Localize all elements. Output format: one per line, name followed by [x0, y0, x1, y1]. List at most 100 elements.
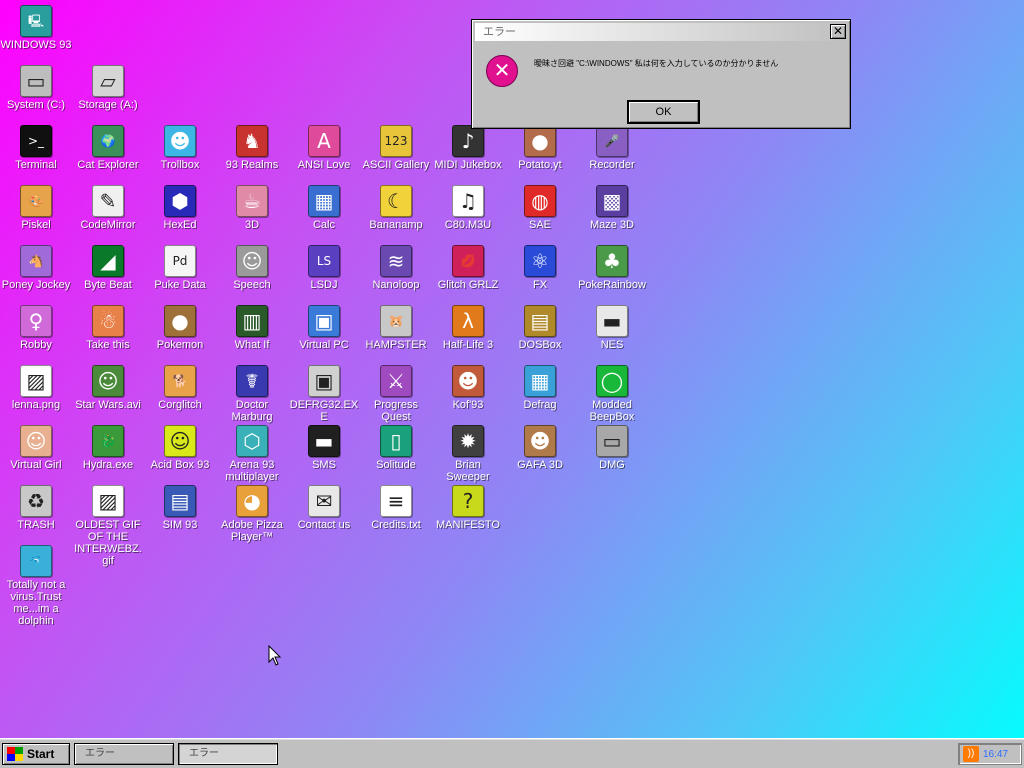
desktop-icon[interactable]: ▭ System (C:) — [0, 65, 72, 111]
desktop-icon[interactable]: ▯ Solitude — [360, 425, 432, 471]
desktop-icon[interactable]: ▱ Storage (A:) — [72, 65, 144, 111]
desktop-icon-label: Solitude — [376, 459, 416, 471]
desktop-icon-label: Progress Quest — [373, 399, 419, 423]
desktop-icon-label: Take this — [86, 339, 130, 351]
desktop-icon[interactable]: ▨ OLDEST GIF OF THE INTERWEBZ.gif — [72, 485, 144, 567]
banana-icon: ☾ — [380, 185, 412, 217]
desktop-icon[interactable]: 🐹 HAMPSTER — [360, 305, 432, 351]
desktop-icon[interactable]: ? MANIFESTO — [432, 485, 504, 531]
desktop-icon[interactable]: ⚛ FX — [504, 245, 576, 291]
codemirror-icon: ✎ — [92, 185, 124, 217]
atom-icon: ⚛ — [524, 245, 556, 277]
desktop-icon[interactable]: ≡ Credits.txt — [360, 485, 432, 531]
desktop-icon[interactable]: ☕ 3D — [216, 185, 288, 231]
desktop-icon[interactable]: Pd Puke Data — [144, 245, 216, 291]
desktop-icon[interactable]: ▨ lenna.png — [0, 365, 72, 411]
error-dialog: エラー ✕ ✕ 曖昧さ回避 "C:\WINDOWS" 私は何を入力しているのか分… — [471, 19, 851, 129]
desktop-icon-label: Puke Data — [154, 279, 206, 291]
desktop-icon[interactable]: ▬ SMS — [288, 425, 360, 471]
desktop-icon[interactable]: ⚔ Progress Quest — [360, 365, 432, 423]
desktop-icon-label: Half-Life 3 — [442, 339, 494, 351]
desktop-icon[interactable]: ▣ DEFRG32.EXE — [288, 365, 360, 423]
desktop-icon[interactable]: ☻ Kof'93 — [432, 365, 504, 411]
desktop-icon[interactable]: LS LSDJ — [288, 245, 360, 291]
desktop-icon[interactable]: ▭ DMG — [576, 425, 648, 471]
desktop-icon[interactable]: ◕ Adobe Pizza Player™ — [216, 485, 288, 543]
palette-icon: 🎨 — [20, 185, 52, 217]
desktop-icon[interactable]: 123 ASCII Gallery — [360, 125, 432, 171]
desktop-icon[interactable]: ≋ Nanoloop — [360, 245, 432, 291]
desktop-icon[interactable]: ✉ Contact us — [288, 485, 360, 531]
defrag-icon: ▦ — [524, 365, 556, 397]
desktop-icon[interactable]: ☺ Virtual Girl — [0, 425, 72, 471]
desktop-icon[interactable]: ♫ C80.M3U — [432, 185, 504, 231]
desktop-icon[interactable]: ☺ Acid Box 93 — [144, 425, 216, 471]
floppy-drive-icon: ▱ — [92, 65, 124, 97]
desktop-icon[interactable]: 🐴 Poney Jockey — [0, 245, 72, 291]
rss-icon[interactable]: )) — [963, 746, 979, 762]
desktop-icon[interactable]: ☾ Bananamp — [360, 185, 432, 231]
desktop-icon[interactable]: 🖳 WINDOWS 93 — [0, 5, 72, 51]
fighter-icon: ☻ — [452, 365, 484, 397]
desktop-icon[interactable]: ▦ Defrag — [504, 365, 576, 411]
ok-button[interactable]: OK — [628, 101, 699, 123]
desktop-icon-label: C80.M3U — [444, 219, 492, 231]
desktop-icon[interactable]: ✎ CodeMirror — [72, 185, 144, 231]
dialog-titlebar[interactable]: エラー ✕ — [475, 23, 847, 41]
desktop-icon[interactable]: >_ Terminal — [0, 125, 72, 171]
arena-cube-icon: ⬡ — [236, 425, 268, 457]
desktop-icon[interactable]: ♣ PokeRainbow — [576, 245, 648, 291]
desktop-icon[interactable]: ☺ Star Wars.avi — [72, 365, 144, 411]
desktop-icon[interactable]: λ Half-Life 3 — [432, 305, 504, 351]
trollbox-icon: ☻ — [164, 125, 196, 157]
desktop-icon[interactable]: ⬢ HexEd — [144, 185, 216, 231]
teapot-icon: ☕ — [236, 185, 268, 217]
desktop-icon[interactable]: ◍ SAE — [504, 185, 576, 231]
start-button[interactable]: Start — [2, 743, 70, 765]
desktop-icon[interactable]: ▩ Maze 3D — [576, 185, 648, 231]
desktop-icon[interactable]: ♀ Robby — [0, 305, 72, 351]
desktop-icon[interactable]: ☻ GAFA 3D — [504, 425, 576, 471]
desktop-icon-label: TRASH — [17, 519, 55, 531]
desktop-icon-label: CodeMirror — [80, 219, 136, 231]
desktop-icon[interactable]: ◢ Byte Beat — [72, 245, 144, 291]
desktop-icon-label: DEFRG32.EXE — [289, 399, 359, 423]
desktop-icon[interactable]: ▤ DOSBox — [504, 305, 576, 351]
close-icon[interactable]: ✕ — [830, 24, 846, 39]
desktop-icon[interactable]: 🐕 Corglitch — [144, 365, 216, 411]
desktop-icon[interactable]: ✹ Brian Sweeper — [432, 425, 504, 483]
desktop-icon[interactable]: ● Pokemon — [144, 305, 216, 351]
desktop-icon[interactable]: ◯ Modded BeepBox — [576, 365, 648, 423]
taskbar-task-2[interactable]: エラー — [178, 743, 278, 765]
desktop-icon[interactable]: A ANSI Love — [288, 125, 360, 171]
desktop-icon[interactable]: ♞ 93 Realms — [216, 125, 288, 171]
realms-icon: ♞ — [236, 125, 268, 157]
desktop-icon[interactable]: ▦ Calc — [288, 185, 360, 231]
desktop-icon[interactable]: 🐬 Totally not a virus.Trust me...im a dol… — [0, 545, 72, 627]
desktop-icon[interactable]: 💋 Glitch GRLZ — [432, 245, 504, 291]
desktop-icon[interactable]: 🌍 Cat Explorer — [72, 125, 144, 171]
desktop-icon[interactable]: ♪ MIDI Jukebox — [432, 125, 504, 171]
desktop-icon[interactable]: 🎨 Piskel — [0, 185, 72, 231]
pizza-icon: ◕ — [236, 485, 268, 517]
desktop-icon[interactable]: ♻ TRASH — [0, 485, 72, 531]
terminal-icon: >_ — [20, 125, 52, 157]
desktop-icon[interactable]: ☃ Take this — [72, 305, 144, 351]
nanoloop-icon: ≋ — [380, 245, 412, 277]
desktop-icon[interactable]: ▥ What If — [216, 305, 288, 351]
desktop-icon[interactable]: ☻ Trollbox — [144, 125, 216, 171]
doom-face-icon: ☻ — [524, 425, 556, 457]
desktop-icon[interactable]: 🐉 Hydra.exe — [72, 425, 144, 471]
desktop-icon[interactable]: ▣ Virtual PC — [288, 305, 360, 351]
desktop-icon[interactable]: ☤ Doctor Marburg — [216, 365, 288, 423]
desktop-icon[interactable]: ⬡ Arena 93 multiplayer — [216, 425, 288, 483]
taskbar-task-1[interactable]: エラー — [74, 743, 174, 765]
desktop-icon[interactable]: ● Potato.yt — [504, 125, 576, 171]
yoda-icon: ☺ — [92, 365, 124, 397]
desktop-icon[interactable]: 🎤 Recorder — [576, 125, 648, 171]
desktop-icon-label: Contact us — [297, 519, 351, 531]
desktop-icon[interactable]: ▬ NES — [576, 305, 648, 351]
desktop-icon[interactable]: ▤ SIM 93 — [144, 485, 216, 531]
sms-console-icon: ▬ — [308, 425, 340, 457]
desktop-icon[interactable]: ☺ Speech — [216, 245, 288, 291]
